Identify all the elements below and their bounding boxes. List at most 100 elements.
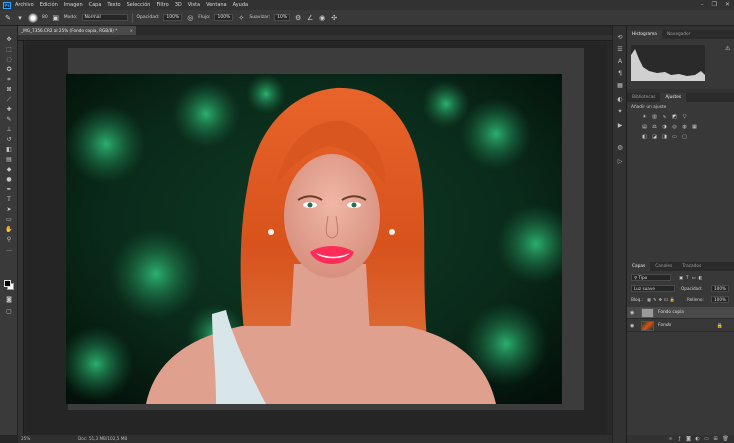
swatches-icon[interactable]: ▦ — [616, 82, 624, 90]
selective-color-icon[interactable]: ▢ — [681, 134, 688, 140]
move-tool-icon[interactable]: ✥ — [4, 36, 14, 44]
layer-name[interactable]: Fondo copia — [658, 310, 684, 315]
close-tab-icon[interactable]: × — [129, 26, 133, 35]
brushes-icon[interactable]: ✦ — [616, 108, 624, 116]
paragraph-icon[interactable]: ¶ — [616, 70, 624, 78]
foreground-color-swatch[interactable] — [4, 280, 11, 287]
dodge-tool-icon[interactable]: ● — [4, 176, 14, 184]
tab-navegador[interactable]: Navegador — [662, 30, 696, 39]
history-brush-tool-icon[interactable]: ↺ — [4, 136, 14, 144]
hue-saturation-icon[interactable]: ▤ — [641, 124, 648, 130]
brightness-icon[interactable]: ☀ — [641, 114, 648, 120]
menu-capa[interactable]: Capa — [89, 2, 102, 8]
play-icon[interactable]: ▷ — [616, 158, 624, 166]
black-white-icon[interactable]: ◑ — [661, 124, 668, 130]
more-tools-icon[interactable]: … — [4, 246, 14, 254]
tab-canales[interactable]: Canales — [650, 262, 677, 271]
eyedropper-tool-icon[interactable]: ⟋ — [4, 96, 14, 104]
layer-row[interactable]: ◉ Fondo 🔒 — [627, 320, 734, 332]
tab-capas[interactable]: Capas — [627, 262, 651, 271]
quick-select-tool-icon[interactable]: ✪ — [4, 66, 14, 74]
opacity-field[interactable]: 100% — [163, 14, 183, 21]
layer-kind-filter[interactable]: ⚲ Tipo — [631, 274, 671, 281]
character-icon[interactable]: A — [616, 58, 624, 66]
pressure-size-icon[interactable]: ◉ — [318, 14, 326, 22]
menu-ayuda[interactable]: Ayuda — [233, 2, 248, 8]
history-icon[interactable]: ⟲ — [616, 34, 624, 42]
color-lookup-icon[interactable]: ▦ — [691, 124, 698, 130]
blur-tool-icon[interactable]: ◆ — [4, 166, 14, 174]
minimize-button[interactable]: – — [701, 1, 704, 8]
brush-preview-icon[interactable] — [28, 12, 38, 23]
levels-icon[interactable]: ▥ — [651, 114, 658, 120]
exposure-icon[interactable]: ◩ — [671, 114, 678, 120]
invert-icon[interactable]: ◧ — [641, 134, 648, 140]
properties-icon[interactable]: ☰ — [616, 46, 624, 54]
healing-brush-tool-icon[interactable]: ✚ — [4, 106, 14, 114]
actions-icon[interactable]: ▶ — [616, 122, 624, 130]
menu-archivo[interactable]: Archivo — [15, 2, 34, 8]
blend-mode-select[interactable]: Luz suave — [631, 285, 675, 292]
marquee-tool-icon[interactable]: ⬚ — [4, 46, 14, 54]
trash-icon[interactable]: 🗑 — [722, 435, 729, 443]
link-icon[interactable]: ∞ — [667, 435, 674, 443]
pressure-opacity-icon[interactable]: ◎ — [186, 14, 194, 22]
hand-tool-icon[interactable]: ✋ — [4, 226, 14, 234]
symmetry-icon[interactable]: ✣ — [330, 14, 338, 22]
close-button[interactable]: ✕ — [725, 1, 730, 8]
crop-tool-icon[interactable]: ⌗ — [4, 76, 14, 84]
tab-trazados[interactable]: Trazados — [677, 262, 706, 271]
vibrance-icon[interactable]: ▽ — [681, 114, 688, 120]
path-select-tool-icon[interactable]: ➤ — [4, 206, 14, 214]
posterize-icon[interactable]: ◪ — [651, 134, 658, 140]
flow-field[interactable]: 100% — [214, 14, 234, 21]
curves-icon[interactable]: ∿ — [661, 114, 668, 120]
frame-tool-icon[interactable]: ⊠ — [4, 86, 14, 94]
gradient-map-icon[interactable]: ▭ — [671, 134, 678, 140]
lock-icons[interactable]: ▦✎✥⊡🔒 — [647, 297, 677, 303]
layer-name[interactable]: Fondo — [658, 323, 671, 328]
lasso-tool-icon[interactable]: ◌ — [4, 56, 14, 64]
styles-icon[interactable]: ◐ — [616, 96, 624, 104]
creative-cloud-icon[interactable]: ◍ — [616, 144, 624, 152]
layer-opacity-field[interactable]: 100% — [711, 285, 729, 292]
menu-texto[interactable]: Texto — [107, 2, 120, 8]
new-layer-icon[interactable]: ⊞ — [712, 435, 719, 443]
layer-row[interactable]: ◉ Fondo copia — [627, 307, 734, 319]
clone-stamp-tool-icon[interactable]: ⊥ — [4, 126, 14, 134]
fx-icon[interactable]: ƒ — [676, 435, 683, 443]
menu-3d[interactable]: 3D — [175, 2, 182, 8]
document-size-info[interactable]: Doc: 51,3 MB/102,5 MB — [78, 435, 127, 443]
pen-tool-icon[interactable]: ✒ — [4, 186, 14, 194]
tab-bibliotecas[interactable]: Bibliotecas — [627, 93, 660, 102]
eye-icon[interactable]: ◉ — [630, 310, 634, 316]
restore-button[interactable]: ❐ — [712, 1, 717, 8]
gear-icon[interactable]: ⚙ — [294, 14, 302, 22]
angle-icon[interactable]: ∠ — [306, 14, 314, 22]
brush-tool-icon[interactable]: ✎ — [4, 116, 14, 124]
channel-mixer-icon[interactable]: ◍ — [681, 124, 688, 130]
tab-histograma[interactable]: Histograma — [627, 30, 662, 39]
color-balance-icon[interactable]: ⚖ — [651, 124, 658, 130]
menu-imagen[interactable]: Imagen — [64, 2, 83, 8]
menu-edicion[interactable]: Edición — [40, 2, 58, 8]
menu-filtro[interactable]: Filtro — [156, 2, 168, 8]
shape-tool-icon[interactable]: ▭ — [4, 216, 14, 224]
brush-settings-icon[interactable]: ▣ — [52, 14, 60, 22]
menu-vista[interactable]: Vista — [188, 2, 200, 8]
mask-icon[interactable]: ◙ — [685, 435, 692, 443]
airbrush-icon[interactable]: ✧ — [237, 14, 245, 22]
fill-field[interactable]: 100% — [711, 296, 729, 303]
document-tab[interactable]: _MG_7356.CR2 al 25% (Fondo copia, RGB/8)… — [18, 26, 136, 35]
quick-mask-icon[interactable]: ◙ — [4, 296, 14, 304]
adjustment-layer-icon[interactable]: ◐ — [694, 435, 701, 443]
photo-filter-icon[interactable]: ◎ — [671, 124, 678, 130]
zoom-level[interactable]: 25% — [21, 435, 30, 443]
tab-ajustes[interactable]: Ajustes — [660, 93, 687, 102]
zoom-tool-icon[interactable]: ⚲ — [4, 236, 14, 244]
gradient-tool-icon[interactable]: ▤ — [4, 156, 14, 164]
menu-seleccion[interactable]: Selección — [127, 2, 151, 8]
eraser-tool-icon[interactable]: ◧ — [4, 146, 14, 154]
chevron-down-icon[interactable]: ▾ — [16, 14, 24, 22]
brush-tool-icon[interactable]: ✎ — [4, 14, 12, 22]
